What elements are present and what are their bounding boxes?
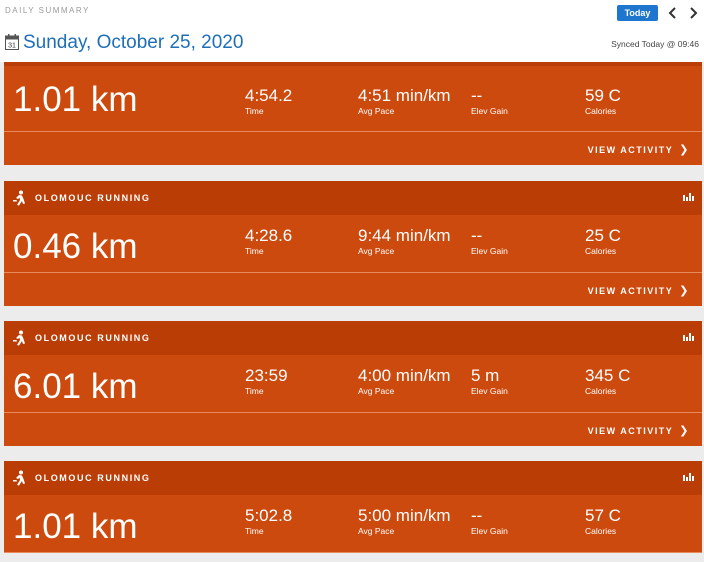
chevron-right-icon: ❯ xyxy=(679,144,690,156)
activity-card: OLOMOUC RUNNING 0.46 km 4:28.6 Time 9:44… xyxy=(4,181,702,306)
activity-footer: VIEW ACTIVITY ❯ xyxy=(4,273,702,306)
activity-title: OLOMOUC RUNNING xyxy=(35,333,151,343)
time-label: Time xyxy=(245,106,264,116)
section-label: DAILY SUMMARY xyxy=(5,6,90,15)
elev-label: Elev Gain xyxy=(471,526,508,536)
daily-summary-header: DAILY SUMMARY 31 Sunday, October 25, 202… xyxy=(0,0,704,62)
view-activity-label: VIEW ACTIVITY xyxy=(587,426,674,436)
activity-title: OLOMOUC RUNNING xyxy=(35,193,151,203)
pace-value: 4:00 min/km xyxy=(358,366,451,385)
time-stat: 4:54.2 Time xyxy=(245,86,292,116)
chevron-left-icon[interactable] xyxy=(667,6,679,20)
calories-stat: 345 C Calories xyxy=(585,366,630,396)
calories-stat: 57 C Calories xyxy=(585,506,621,536)
time-stat: 4:28.6 Time xyxy=(245,226,292,256)
distance-value: 6.01 km xyxy=(13,367,138,406)
calories-value: 25 C xyxy=(585,226,621,245)
elev-label: Elev Gain xyxy=(471,106,508,116)
elev-label: Elev Gain xyxy=(471,386,508,396)
distance-value: 1.01 km xyxy=(13,507,138,546)
time-value: 23:59 xyxy=(245,366,288,385)
activity-stats: 0.46 km 4:28.6 Time 9:44 min/km Avg Pace… xyxy=(4,215,702,273)
chevron-right-icon: ❯ xyxy=(679,425,690,437)
elev-stat: -- Elev Gain xyxy=(471,86,508,116)
pace-value: 4:51 min/km xyxy=(358,86,451,105)
time-label: Time xyxy=(245,386,264,396)
chart-icon[interactable] xyxy=(683,332,694,341)
calendar-icon: 31 xyxy=(5,34,19,50)
sync-status: Synced Today @ 09:46 xyxy=(611,39,699,49)
calories-label: Calories xyxy=(585,106,617,116)
pace-stat: 4:51 min/km Avg Pace xyxy=(358,86,451,116)
activity-footer: VIEW ACTIVITY ❯ xyxy=(4,132,702,165)
distance-value: 1.01 km xyxy=(13,80,138,119)
calories-label: Calories xyxy=(585,386,617,396)
activity-stats: 6.01 km 23:59 Time 4:00 min/km Avg Pace … xyxy=(4,355,702,413)
activity-feed[interactable]: 1.01 km 4:54.2 Time 4:51 min/km Avg Pace… xyxy=(0,62,704,562)
activity-header[interactable]: OLOMOUC RUNNING xyxy=(4,181,702,215)
pace-stat: 4:00 min/km Avg Pace xyxy=(358,366,451,396)
view-activity-label: VIEW ACTIVITY xyxy=(587,145,674,155)
pace-stat: 5:00 min/km Avg Pace xyxy=(358,506,451,536)
chevron-right-icon[interactable] xyxy=(687,6,699,20)
activity-header[interactable]: OLOMOUC RUNNING xyxy=(4,461,702,495)
calories-label: Calories xyxy=(585,526,617,536)
chart-icon[interactable] xyxy=(683,192,694,201)
elev-label: Elev Gain xyxy=(471,246,508,256)
calories-label: Calories xyxy=(585,246,617,256)
elev-value: -- xyxy=(471,86,483,105)
calories-stat: 25 C Calories xyxy=(585,226,621,256)
elev-value: -- xyxy=(471,506,483,525)
view-activity-link[interactable]: VIEW ACTIVITY ❯ xyxy=(588,143,690,156)
view-activity-link[interactable]: VIEW ACTIVITY ❯ xyxy=(588,424,690,437)
pace-value: 9:44 min/km xyxy=(358,226,451,245)
elev-stat: 5 m Elev Gain xyxy=(471,366,508,396)
activity-card: OLOMOUC RUNNING 1.01 km 5:02.8 Time 5:00… xyxy=(4,461,702,553)
calories-value: 57 C xyxy=(585,506,621,525)
pace-label: Avg Pace xyxy=(358,246,395,256)
calories-value: 59 C xyxy=(585,86,621,105)
pace-label: Avg Pace xyxy=(358,386,395,396)
pace-label: Avg Pace xyxy=(358,106,395,116)
elev-value: -- xyxy=(471,226,483,245)
activity-title: OLOMOUC RUNNING xyxy=(35,473,151,483)
activity-card: OLOMOUC RUNNING 6.01 km 23:59 Time 4:00 … xyxy=(4,321,702,446)
pace-stat: 9:44 min/km Avg Pace xyxy=(358,226,451,256)
time-label: Time xyxy=(245,246,264,256)
chevron-right-icon: ❯ xyxy=(679,285,690,297)
activity-header[interactable]: OLOMOUC RUNNING xyxy=(4,321,702,355)
calories-value: 345 C xyxy=(585,366,631,385)
running-icon xyxy=(13,470,25,486)
time-stat: 23:59 Time xyxy=(245,366,288,396)
elev-stat: -- Elev Gain xyxy=(471,226,508,256)
time-value: 4:54.2 xyxy=(245,86,293,105)
activity-stats: 1.01 km 4:54.2 Time 4:51 min/km Avg Pace… xyxy=(4,62,702,132)
page-title: Sunday, October 25, 2020 xyxy=(23,32,244,53)
svg-text:31: 31 xyxy=(8,43,16,50)
calories-stat: 59 C Calories xyxy=(585,86,621,116)
today-button[interactable]: Today xyxy=(617,5,658,21)
view-activity-link[interactable]: VIEW ACTIVITY ❯ xyxy=(588,284,690,297)
chart-icon[interactable] xyxy=(683,472,694,481)
pace-value: 5:00 min/km xyxy=(358,506,451,525)
running-icon xyxy=(13,330,25,346)
view-activity-label: VIEW ACTIVITY xyxy=(587,286,674,296)
running-icon xyxy=(13,190,25,206)
activity-footer: VIEW ACTIVITY ❯ xyxy=(4,413,702,446)
time-label: Time xyxy=(245,526,264,536)
elev-value: 5 m xyxy=(471,366,500,385)
time-stat: 5:02.8 Time xyxy=(245,506,292,536)
activity-card: 1.01 km 4:54.2 Time 4:51 min/km Avg Pace… xyxy=(4,62,702,165)
time-value: 5:02.8 xyxy=(245,506,293,525)
elev-stat: -- Elev Gain xyxy=(471,506,508,536)
activity-stats: 1.01 km 5:02.8 Time 5:00 min/km Avg Pace… xyxy=(4,495,702,553)
distance-value: 0.46 km xyxy=(13,227,138,266)
time-value: 4:28.6 xyxy=(245,226,293,245)
pace-label: Avg Pace xyxy=(358,526,395,536)
